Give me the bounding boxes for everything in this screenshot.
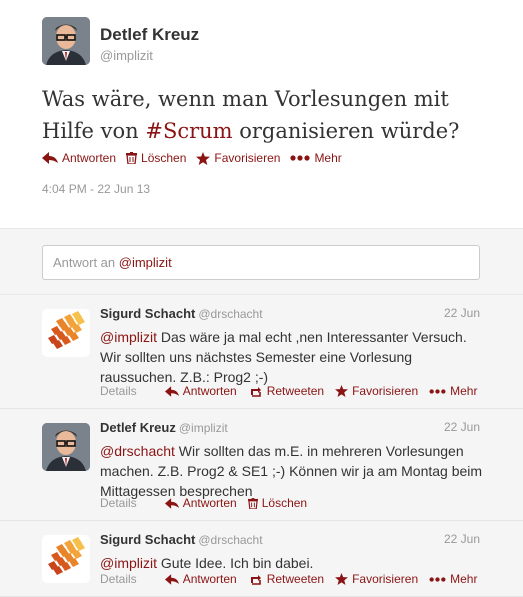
reply-button[interactable]: Antworten: [42, 151, 116, 165]
main-tweet: Detlef Kreuz @implizit Was wäre, wenn ma…: [0, 0, 523, 228]
reply-tweet[interactable]: Detlef Kreuz @implizit 22 Jun @drschacht …: [0, 409, 523, 521]
reply-footer: Details Antworten Löschen: [100, 496, 485, 510]
reply-label: Antworten: [182, 384, 237, 398]
more-dots-icon: [290, 155, 311, 161]
reply-arrow-icon: [164, 573, 179, 585]
reply-date[interactable]: 22 Jun: [444, 532, 480, 546]
avatar[interactable]: [42, 423, 90, 471]
reply-screenname[interactable]: @drschacht: [198, 307, 262, 321]
retweet-icon: [250, 386, 261, 397]
person-portrait-icon: [42, 423, 90, 471]
reply-text: @implizit Gute Idee. Ich bin dabei.: [100, 553, 485, 573]
reply-label: Antworten: [182, 496, 237, 510]
reply-tweet[interactable]: Sigurd Schacht @drschacht 22 Jun @implizi…: [0, 521, 523, 597]
reply-text-body: Gute Idee. Ich bin dabei.: [157, 555, 314, 571]
reply-arrow-icon: [164, 385, 179, 397]
more-dots-icon: [429, 388, 446, 394]
avatar[interactable]: [42, 17, 90, 65]
favorite-label: Favorisieren: [352, 572, 419, 586]
author-fullname[interactable]: Detlef Kreuz: [100, 25, 199, 45]
reply-button[interactable]: Antworten: [164, 572, 237, 586]
reply-date[interactable]: 22 Jun: [444, 420, 480, 434]
more-button[interactable]: Mehr: [290, 151, 342, 165]
reply-fullname[interactable]: Detlef Kreuz: [100, 420, 176, 435]
tweet-timestamp[interactable]: 4:04 PM - 22 Jun 13: [42, 182, 150, 196]
reply-button[interactable]: Antworten: [164, 384, 237, 398]
more-button[interactable]: Mehr: [429, 384, 477, 398]
reply-screenname[interactable]: @implizit: [179, 421, 228, 435]
retweet-label: Retweeten: [266, 384, 325, 398]
favorite-button[interactable]: Favorisieren: [335, 384, 418, 398]
details-link[interactable]: Details: [100, 496, 137, 510]
logo-avatar-icon: [42, 309, 90, 357]
favorite-button[interactable]: Favorisieren: [335, 572, 418, 586]
retweet-button[interactable]: Retweeten: [248, 384, 324, 398]
more-label: Mehr: [450, 572, 478, 586]
trash-icon: [126, 152, 138, 164]
more-button[interactable]: Mehr: [429, 572, 477, 586]
delete-button[interactable]: Löschen: [247, 496, 308, 510]
reply-button[interactable]: Antworten: [164, 496, 237, 510]
delete-button[interactable]: Löschen: [126, 151, 186, 165]
retweet-button[interactable]: Retweeten: [248, 572, 324, 586]
hashtag-link[interactable]: #Scrum: [145, 119, 232, 143]
tweet-text-part: organisieren würde?: [232, 119, 460, 143]
reply-label: Antworten: [62, 151, 117, 165]
retweet-label: Retweeten: [266, 572, 325, 586]
retweet-icon: [250, 574, 261, 585]
reply-date[interactable]: 22 Jun: [444, 306, 480, 320]
trash-icon: [247, 497, 258, 509]
reply-label: Antworten: [182, 572, 237, 586]
author-screenname[interactable]: @implizit: [100, 48, 153, 63]
reply-input[interactable]: Antwort an @implizit: [42, 245, 480, 280]
reply-footer: Details Antworten Retweeten Favorisieren…: [100, 384, 485, 398]
favorite-label: Favorisieren: [214, 151, 281, 165]
reply-input-mention: @implizit: [118, 255, 172, 270]
favorite-button[interactable]: Favorisieren: [196, 151, 280, 165]
more-dots-icon: [429, 576, 446, 582]
reply-footer: Details Antworten Retweeten Favorisieren…: [100, 572, 485, 586]
tweet-text: Was wäre, wenn man Vorlesungen mit Hilfe…: [42, 83, 482, 147]
reply-header: Sigurd Schacht @drschacht 22 Jun: [100, 306, 480, 321]
details-link[interactable]: Details: [100, 572, 137, 586]
reply-fullname[interactable]: Sigurd Schacht: [100, 532, 195, 547]
reply-arrow-icon: [42, 152, 58, 164]
reply-input-prefix: Antwort an: [53, 255, 119, 270]
logo-avatar-icon: [42, 535, 90, 583]
more-label: Mehr: [314, 151, 342, 165]
reply-tweet[interactable]: Sigurd Schacht @drschacht 22 Jun @implizi…: [0, 295, 523, 409]
more-label: Mehr: [450, 384, 478, 398]
star-icon: [335, 573, 349, 585]
avatar[interactable]: [42, 309, 90, 357]
star-icon: [196, 151, 211, 165]
mention-link[interactable]: @implizit: [100, 329, 157, 345]
tweet-actions: Antworten Löschen Favorisieren Mehr: [42, 151, 352, 165]
reply-composer: Antwort an @implizit: [0, 228, 523, 295]
favorite-label: Favorisieren: [352, 384, 419, 398]
delete-label: Löschen: [141, 151, 187, 165]
delete-label: Löschen: [261, 496, 308, 510]
details-link[interactable]: Details: [100, 384, 137, 398]
reply-arrow-icon: [164, 497, 179, 509]
reply-text: @implizit Das wäre ja mal echt ,nen Inte…: [100, 327, 485, 387]
reply-screenname[interactable]: @drschacht: [198, 533, 262, 547]
avatar[interactable]: [42, 535, 90, 583]
mention-link[interactable]: @implizit: [100, 555, 157, 571]
mention-link[interactable]: @drschacht: [100, 443, 175, 459]
reply-header: Sigurd Schacht @drschacht 22 Jun: [100, 532, 480, 547]
reply-header: Detlef Kreuz @implizit 22 Jun: [100, 420, 480, 435]
person-portrait-icon: [42, 17, 90, 65]
reply-fullname[interactable]: Sigurd Schacht: [100, 306, 195, 321]
star-icon: [335, 385, 349, 397]
reply-text: @drschacht Wir sollten das m.E. in mehre…: [100, 441, 485, 501]
